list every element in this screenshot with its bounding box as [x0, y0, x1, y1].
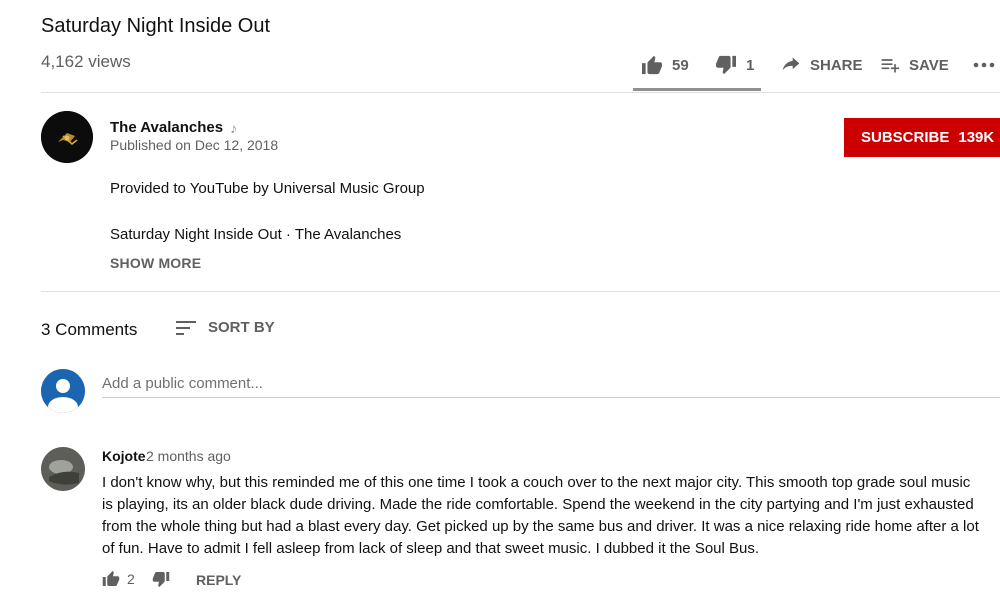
- dislike-count: 1: [746, 56, 755, 74]
- comment-text: I don't know why, but this reminded me o…: [102, 474, 979, 557]
- sort-by-button[interactable]: SORT BY: [176, 319, 275, 336]
- share-button[interactable]: SHARE: [781, 52, 863, 78]
- sentiment-bar: [633, 88, 761, 91]
- sort-by-label: SORT BY: [208, 319, 275, 336]
- more-dots-icon: [973, 62, 995, 68]
- more-actions-button[interactable]: [973, 52, 995, 78]
- save-button[interactable]: SAVE: [880, 52, 949, 78]
- comment-author[interactable]: Kojote: [102, 448, 146, 464]
- like-button[interactable]: 59: [641, 52, 689, 78]
- description-line: Provided to YouTube by Universal Music G…: [110, 180, 425, 197]
- comment-like-button[interactable]: [102, 570, 120, 592]
- comments-count: 3 Comments: [41, 320, 138, 339]
- comment-time[interactable]: 2 months ago: [146, 448, 231, 464]
- default-user-icon: [41, 369, 85, 413]
- show-more-button[interactable]: SHOW MORE: [110, 255, 201, 271]
- thumbs-up-icon: [102, 571, 120, 586]
- share-label: SHARE: [810, 56, 863, 74]
- comment-avatar[interactable]: [41, 447, 85, 491]
- like-count: 59: [672, 56, 689, 74]
- subscribe-label: SUBSCRIBE: [861, 129, 950, 146]
- thumbs-down-icon: [716, 55, 736, 75]
- commenter-photo-icon: [41, 447, 85, 491]
- music-note-icon: ♪: [230, 119, 238, 136]
- channel-name-label: The Avalanches: [110, 119, 224, 136]
- video-title: Saturday Night Inside Out: [41, 15, 271, 37]
- thumbs-up-icon: [642, 55, 662, 75]
- subscriber-count: 139K: [958, 129, 995, 146]
- channel-name[interactable]: The Avalanches ♪: [110, 119, 237, 136]
- description-line: Saturday Night Inside Out · The Avalanch…: [110, 226, 402, 243]
- view-count: 4,162 views: [41, 52, 131, 71]
- subscribe-button[interactable]: SUBSCRIBE 139K: [844, 118, 1000, 157]
- publish-date: Published on Dec 12, 2018: [110, 137, 279, 153]
- comment-dislike-button[interactable]: [152, 571, 170, 593]
- channel-avatar[interactable]: [41, 111, 93, 163]
- playlist-add-icon: [881, 59, 900, 73]
- thumbs-down-icon: [152, 572, 170, 587]
- sort-icon: [176, 320, 196, 335]
- user-avatar: [41, 369, 85, 413]
- comment-like-count: 2: [127, 571, 135, 587]
- divider: [41, 291, 1000, 292]
- channel-logo-icon: [41, 111, 93, 163]
- add-comment-input[interactable]: [102, 369, 1000, 398]
- reply-button[interactable]: REPLY: [196, 572, 241, 588]
- divider: [41, 92, 1000, 93]
- save-label: SAVE: [909, 56, 949, 74]
- comment-actions: 2 REPLY: [102, 570, 402, 592]
- share-arrow-icon: [782, 57, 800, 71]
- video-actions: 59 1 SHARE SAVE: [633, 52, 1000, 92]
- dislike-button[interactable]: 1: [715, 52, 754, 78]
